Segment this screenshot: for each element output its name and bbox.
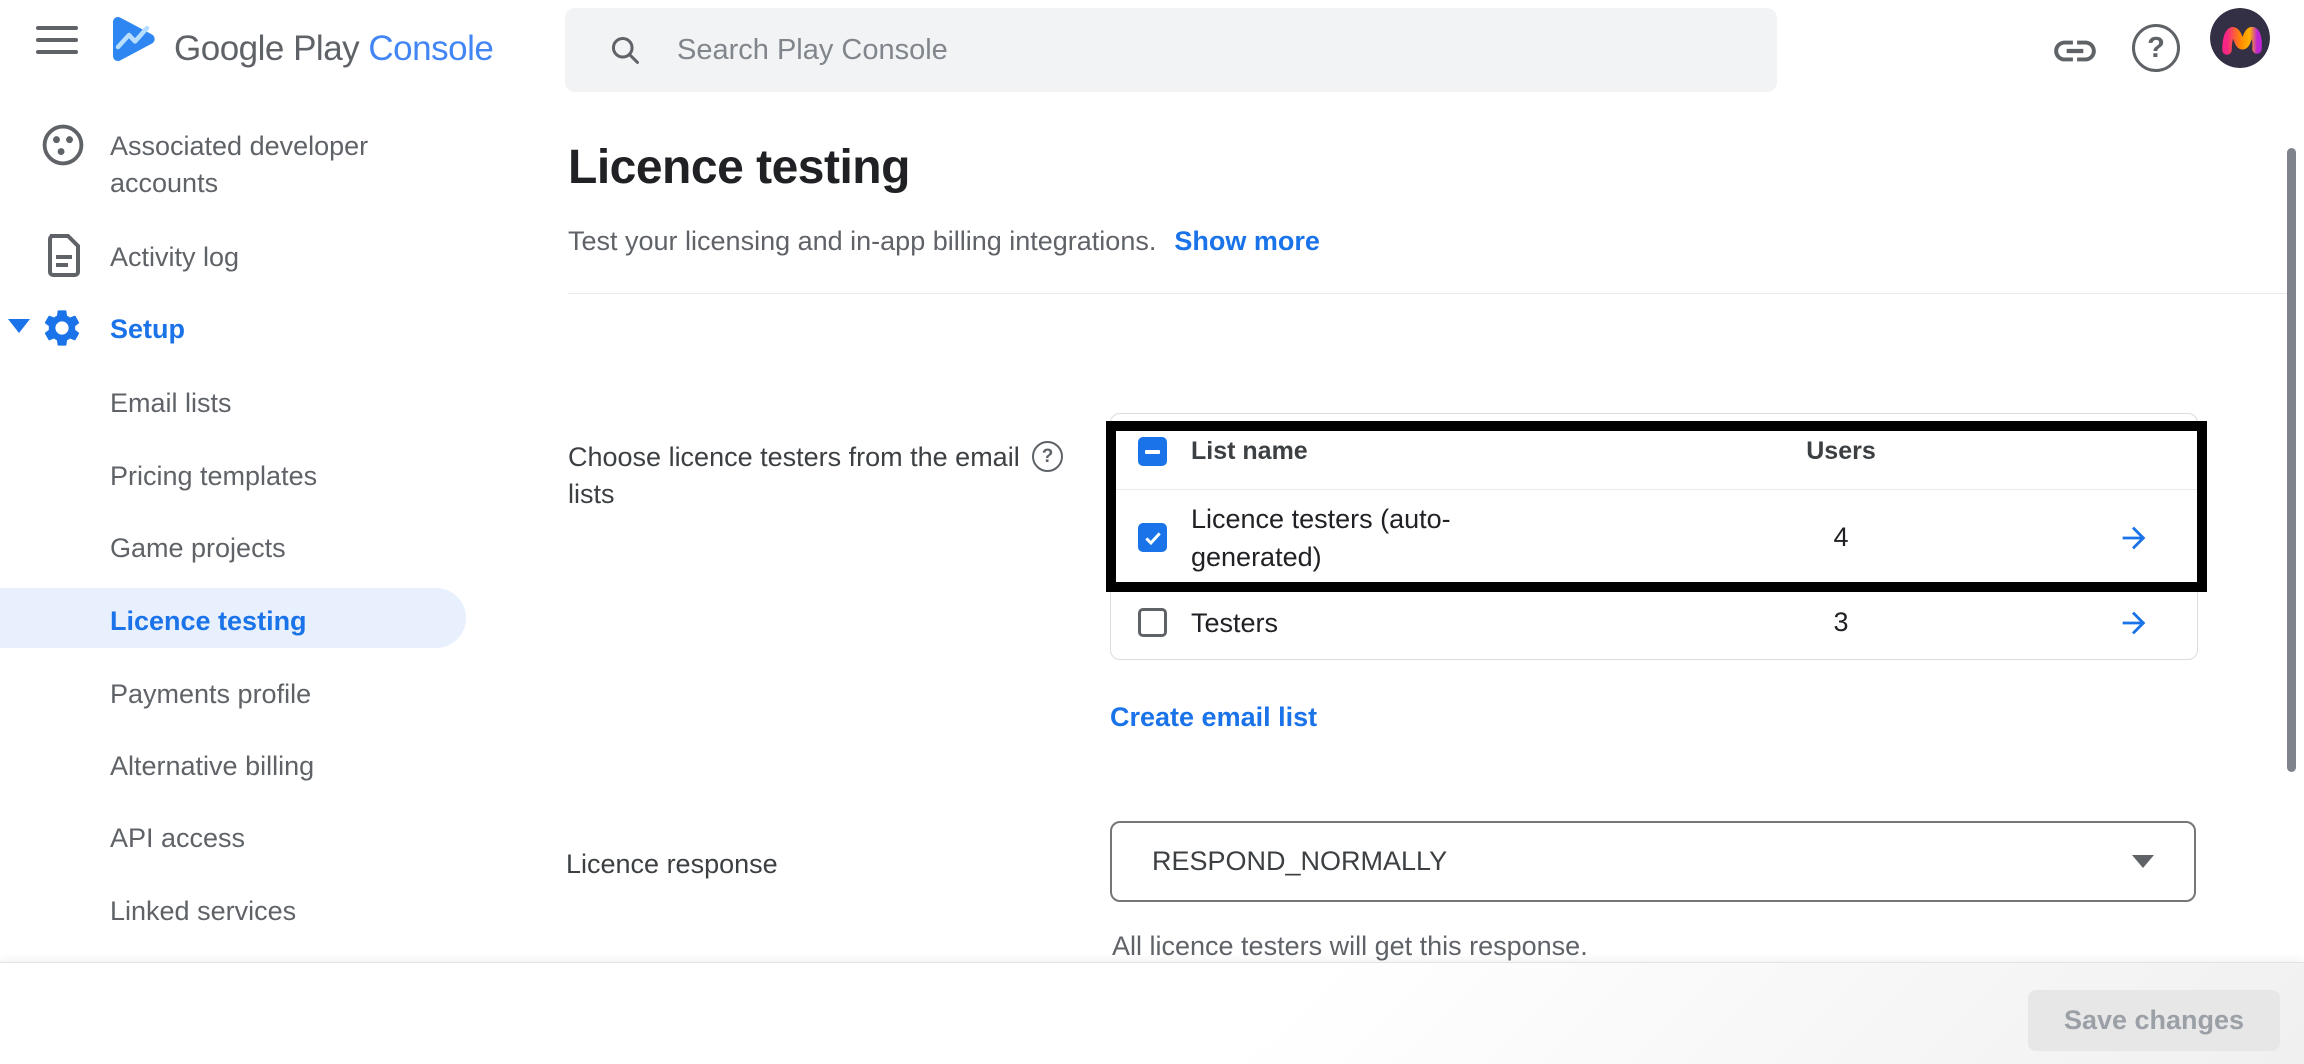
logo-google-play: Google Play — [174, 29, 359, 68]
chevron-down-icon — [2132, 855, 2154, 868]
open-list-arrow-icon[interactable] — [2117, 606, 2151, 640]
select-all-checkbox[interactable] — [1138, 437, 1167, 466]
search-input[interactable] — [677, 34, 1747, 67]
show-more-link[interactable]: Show more — [1174, 226, 1320, 256]
page-subtitle-row: Test your licensing and in-app billing i… — [568, 226, 1320, 257]
list-name-cell: Testers — [1191, 604, 1521, 642]
open-list-arrow-icon[interactable] — [2117, 521, 2151, 555]
row-checkbox[interactable] — [1138, 523, 1167, 552]
page-subtitle: Test your licensing and in-app billing i… — [568, 226, 1156, 256]
link-icon[interactable] — [2050, 26, 2100, 81]
response-helper-text: All licence testers will get this respon… — [1112, 931, 1588, 962]
sidebar-item-label: API access — [110, 820, 245, 857]
licence-response-label: Licence response — [566, 849, 778, 880]
save-bar: Save changes — [0, 962, 2304, 1064]
sidebar-item-label: Setup — [110, 311, 185, 348]
sidebar-item-label: Linked services — [110, 893, 296, 930]
create-email-list-link[interactable]: Create email list — [1110, 702, 1317, 733]
choose-testers-label: Choose licence testers from the email li… — [568, 439, 1048, 513]
document-icon — [44, 233, 84, 284]
sidebar-item-label: Pricing templates — [110, 458, 317, 495]
search-icon — [607, 32, 643, 68]
gear-icon — [40, 306, 84, 357]
sidebar-item-label: Activity log — [110, 239, 239, 276]
column-header-users: Users — [1806, 437, 1876, 466]
search-bar[interactable] — [565, 8, 1777, 92]
column-header-list-name: List name — [1191, 437, 1731, 466]
section-divider — [568, 293, 2288, 294]
users-count-cell: 3 — [1833, 607, 1848, 638]
indeterminate-mark — [1138, 437, 1167, 466]
menu-icon[interactable] — [36, 26, 78, 56]
sidebar-item-label: Game projects — [110, 530, 286, 567]
choose-testers-help-icon[interactable]: ? — [1032, 441, 1063, 472]
row-checkbox[interactable] — [1138, 608, 1167, 637]
save-changes-button[interactable]: Save changes — [2028, 990, 2280, 1051]
google-play-logo-icon — [104, 14, 162, 73]
licence-response-select[interactable]: RESPOND_NORMALLY — [1110, 821, 2196, 902]
page-title: Licence testing — [568, 140, 910, 195]
sidebar-item-label: Licence testing — [110, 603, 307, 640]
logo-console: Console — [368, 29, 493, 68]
sidebar-item-label: Associated developer accounts — [110, 128, 380, 202]
table-row: Testers 3 — [1111, 586, 2197, 659]
expand-caret-icon[interactable] — [8, 319, 30, 333]
accounts-icon — [40, 122, 86, 175]
sidebar-item-label: Payments profile — [110, 676, 311, 713]
sidebar-item-label: Alternative billing — [110, 748, 314, 785]
email-lists-table: List name Users Licence testers (auto-ge… — [1110, 413, 2198, 660]
table-header-row: List name Users — [1111, 414, 2197, 490]
app-title: Google Play Console — [174, 29, 493, 69]
table-row: Licence testers (auto-generated) 4 — [1111, 490, 2197, 586]
check-mark — [1138, 523, 1167, 552]
users-count-cell: 4 — [1833, 522, 1848, 553]
scrollbar-thumb[interactable] — [2287, 148, 2296, 772]
list-name-cell: Licence testers (auto-generated) — [1191, 500, 1521, 576]
selected-response-value: RESPOND_NORMALLY — [1152, 846, 1447, 877]
sidebar-item-label: Email lists — [110, 385, 232, 422]
help-icon[interactable]: ? — [2132, 24, 2180, 72]
avatar[interactable] — [2210, 8, 2270, 68]
